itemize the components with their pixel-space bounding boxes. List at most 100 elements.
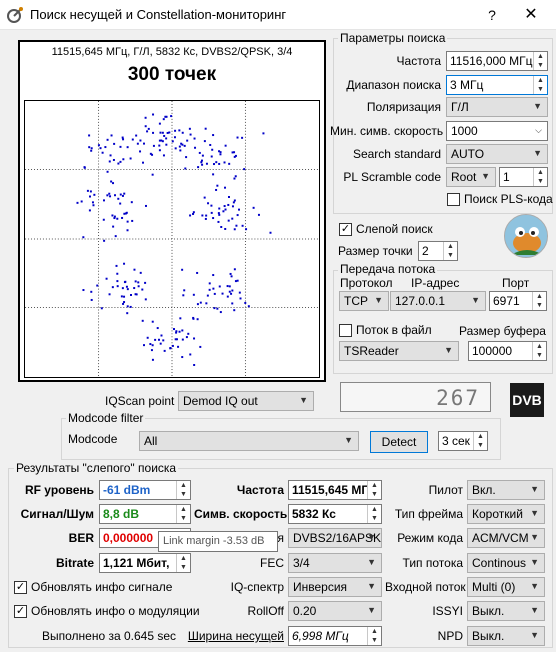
constellation-point xyxy=(212,134,215,137)
polarization-select[interactable]: Г/Л ▼ xyxy=(446,97,548,117)
carrier-frequency-value[interactable]: 11515,645 МГ ▲ ▼ xyxy=(288,480,382,500)
protocol-select[interactable]: TCP ▼ xyxy=(339,291,389,311)
constellation-point xyxy=(122,302,125,305)
constellation-point xyxy=(224,186,227,189)
modcode-select[interactable]: All ▼ xyxy=(139,431,359,451)
constellation-point xyxy=(108,160,111,163)
input-stream-select[interactable]: Multi (0) ▼ xyxy=(467,577,545,597)
constellation-point xyxy=(219,153,222,156)
constellation-point xyxy=(121,216,124,219)
symbol-rate-value[interactable]: 5832 Кс ▲ ▼ xyxy=(288,504,382,524)
ip-select[interactable]: 127.0.0.1 ▼ xyxy=(390,291,486,311)
update-modulation-checkbox[interactable]: ✓ xyxy=(14,605,27,618)
stream-to-file-checkbox[interactable] xyxy=(339,324,352,337)
search-standard-select[interactable]: AUTO ▼ xyxy=(446,144,548,164)
constellation-point xyxy=(235,224,238,227)
constellation-point xyxy=(151,358,154,361)
constellation-point xyxy=(90,290,93,293)
constellation-point xyxy=(159,131,162,134)
constellation-point xyxy=(262,132,265,135)
frequency-spinbox[interactable]: 11516,000 МГц ▲ ▼ xyxy=(446,51,548,71)
constellation-point xyxy=(218,207,221,210)
constellation-point xyxy=(233,228,236,231)
snr-label: Сигнал/Шум xyxy=(20,507,94,521)
close-button[interactable]: ✕ xyxy=(520,4,542,26)
constellation-point xyxy=(209,143,212,146)
constellation-point xyxy=(178,129,181,132)
constellation-point xyxy=(222,210,225,213)
snr-value[interactable]: 8,8 dB ▲ ▼ xyxy=(99,504,191,524)
constellation-point xyxy=(131,138,134,141)
fec-select[interactable]: 3/4 ▼ xyxy=(288,553,382,573)
pl-scramble-spinbox[interactable]: 1 ▲ ▼ xyxy=(499,167,548,187)
point-size-spinbox[interactable]: 2 ▲ ▼ xyxy=(418,241,458,261)
constellation-point xyxy=(233,155,236,158)
constellation-point xyxy=(227,219,230,222)
constellation-point xyxy=(158,122,161,125)
constellation-point xyxy=(226,295,229,298)
bitrate-value[interactable]: 1,121 Мбит, ▲ ▼ xyxy=(99,553,191,573)
frame-type-select[interactable]: Короткий ▼ xyxy=(467,504,545,524)
constellation-point xyxy=(174,338,177,341)
buffer-size-spinbox[interactable]: 100000 ▲ ▼ xyxy=(468,341,547,361)
detect-button[interactable]: Detect xyxy=(370,431,428,453)
iqscan-label: IQScan point xyxy=(105,394,175,408)
pls-search-checkbox[interactable] xyxy=(447,193,460,206)
constellation-panel: 11515,645 МГц, Г/Л, 5832 Кс, DVBS2/QPSK,… xyxy=(18,40,326,382)
constellation-point xyxy=(106,194,109,197)
constellation-point xyxy=(171,344,174,347)
constellation-point xyxy=(233,309,236,312)
constellation-point xyxy=(201,214,204,217)
constellation-point xyxy=(212,287,215,290)
constellation-point xyxy=(185,156,188,159)
constellation-point xyxy=(234,280,237,283)
npd-label: NPD xyxy=(437,629,463,643)
help-button[interactable]: ? xyxy=(481,4,503,26)
port-spinbox[interactable]: 6971 ▲ ▼ xyxy=(489,291,547,311)
npd-select[interactable]: Выкл. ▼ xyxy=(467,626,545,646)
min-sr-select[interactable]: 1000 ⌵ xyxy=(446,121,548,141)
constellation-point xyxy=(143,344,145,347)
constellation-point xyxy=(109,154,112,157)
rf-level-label: RF уровень xyxy=(24,483,94,497)
constellation-point xyxy=(201,154,204,157)
constellation-point xyxy=(217,220,220,223)
detect-time-spinbox[interactable]: 3 сек ▲ ▼ xyxy=(438,431,488,451)
constellation-point xyxy=(241,224,244,227)
iqscan-select[interactable]: Demod IQ out ▼ xyxy=(178,391,314,411)
constellation-point xyxy=(178,145,181,148)
satellite-dish-icon xyxy=(7,7,23,23)
constellation-point xyxy=(90,149,93,152)
constellation-point xyxy=(131,219,134,222)
constellation-point xyxy=(172,328,175,331)
stream-type-select[interactable]: Continous ▼ xyxy=(467,553,545,573)
constellation-point xyxy=(192,317,195,320)
rf-level-value[interactable]: -61 dBm ▲ ▼ xyxy=(99,480,191,500)
carrier-bandwidth-label[interactable]: Ширина несущей xyxy=(184,629,284,643)
constellation-point xyxy=(163,134,166,137)
update-signal-checkbox[interactable]: ✓ xyxy=(14,581,27,594)
port-label: Порт xyxy=(502,276,530,290)
range-spinbox[interactable]: 3 МГц ▲ ▼ xyxy=(446,75,548,95)
modulation-select[interactable]: DVBS2/16APSK ▼ xyxy=(288,528,382,548)
constellation-point xyxy=(102,218,105,221)
constellation-point xyxy=(126,312,129,315)
constellation-point xyxy=(183,289,186,292)
pl-scramble-mode-select[interactable]: Root ▼ xyxy=(446,167,496,187)
constellation-point xyxy=(129,157,132,160)
pilot-select[interactable]: Вкл. ▼ xyxy=(467,480,545,500)
rolloff-select[interactable]: 0.20 ▼ xyxy=(288,601,382,621)
blind-search-checkbox[interactable]: ✓ xyxy=(339,223,352,236)
carrier-bandwidth-value[interactable]: 6,998 МГц ▲ ▼ xyxy=(288,626,382,646)
constellation-point xyxy=(111,214,114,217)
constellation-point xyxy=(244,301,247,304)
constellation-point xyxy=(126,229,129,232)
code-mode-select[interactable]: ACM/VCM ▼ xyxy=(467,528,545,548)
iq-spectrum-select[interactable]: Инверсия ▼ xyxy=(288,577,382,597)
constellation-point xyxy=(231,205,234,208)
constellation-point xyxy=(174,129,177,132)
constellation-point xyxy=(162,118,165,121)
constellation-point xyxy=(129,305,132,308)
reader-select[interactable]: TSReader ▼ xyxy=(339,341,459,361)
issyi-select[interactable]: Выкл. ▼ xyxy=(467,601,545,621)
